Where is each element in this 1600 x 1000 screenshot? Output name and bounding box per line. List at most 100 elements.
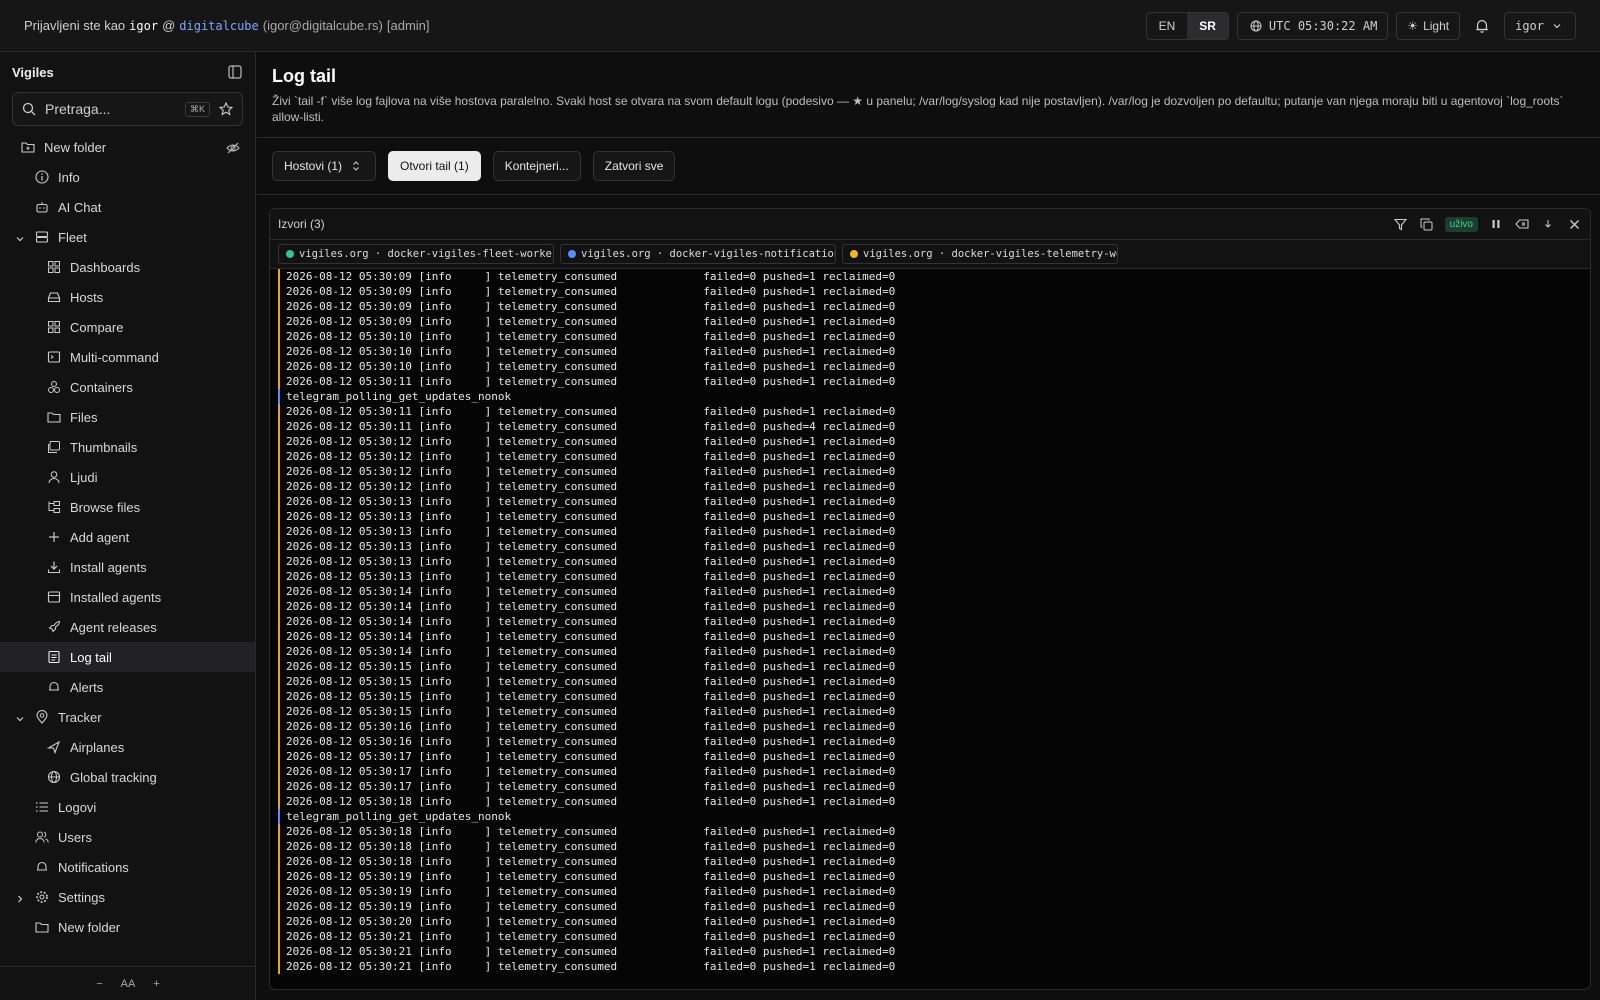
source-tab[interactable]: vigiles.org · docker-vigiles-notificatio…	[560, 244, 836, 264]
log-panel-header: Izvori (3) uživo	[270, 209, 1590, 240]
eye-off-icon[interactable]	[225, 140, 241, 156]
sidebar-item-files[interactable]: Files	[0, 402, 255, 432]
log-line: 2026-08-12 05:30:10 [info ] telemetry_co…	[278, 329, 1590, 344]
sidebar-item-browse-files[interactable]: Browse files	[0, 492, 255, 522]
sidebar-search[interactable]: Pretraga... ⌘K	[12, 92, 243, 126]
main-content: Log tail Živi `tail -f` više log fajlova…	[257, 52, 1600, 1000]
login-info: Prijavljeni ste kao igor @ digitalcube (…	[24, 18, 430, 33]
source-tab[interactable]: vigiles.org · docker-vigiles-telemetry-w…	[842, 244, 1118, 264]
chevron-right-icon	[12, 891, 28, 907]
sidebar-item-new-folder-2[interactable]: New folder	[0, 912, 255, 942]
lang-sr-button[interactable]: SR	[1187, 12, 1228, 39]
clock-button[interactable]: UTC 05:30:22 AM	[1236, 11, 1389, 40]
log-line: 2026-08-12 05:30:09 [info ] telemetry_co…	[278, 314, 1590, 329]
username: igor	[129, 19, 159, 33]
font-increase-button[interactable]: +	[153, 978, 159, 990]
source-tab[interactable]: vigiles.org · docker-vigiles-fleet-worke…	[278, 244, 554, 264]
open-tail-button[interactable]: Otvori tail (1)	[388, 151, 481, 181]
sidebar-item-label: Tracker	[58, 709, 102, 725]
sidebar-item-ai-chat[interactable]: AI Chat	[0, 192, 255, 222]
sidebar-item-label: Fleet	[58, 229, 87, 245]
log-line: 2026-08-12 05:30:13 [info ] telemetry_co…	[278, 494, 1590, 509]
log-line: 2026-08-12 05:30:19 [info ] telemetry_co…	[278, 884, 1590, 899]
log-line: 2026-08-12 05:30:19 [info ] telemetry_co…	[278, 899, 1590, 914]
sidebar-item-users[interactable]: Users	[0, 822, 255, 852]
log-line: 2026-08-12 05:30:18 [info ] telemetry_co…	[278, 839, 1590, 854]
sidebar-item-new-folder[interactable]: New folder	[0, 132, 255, 162]
sidebar-item-install-agents[interactable]: Install agents	[0, 552, 255, 582]
scroll-text-icon	[46, 649, 62, 665]
sidebar-item-add-agent[interactable]: Add agent	[0, 522, 255, 552]
copy-icon[interactable]	[1419, 216, 1435, 232]
containers-button[interactable]: Kontejneri...	[492, 151, 581, 181]
sidebar-item-agent-releases[interactable]: Agent releases	[0, 612, 255, 642]
scroll-down-icon[interactable]	[1540, 216, 1556, 232]
log-line: telegram_polling_get_updates_nonok	[278, 809, 1590, 824]
sidebar-item-ljudi[interactable]: Ljudi	[0, 462, 255, 492]
close-icon[interactable]	[1566, 216, 1582, 232]
search-shortcut: ⌘K	[184, 101, 210, 117]
sidebar-item-logovi[interactable]: Logovi	[0, 792, 255, 822]
sidebar-item-containers[interactable]: Containers	[0, 372, 255, 402]
close-all-button[interactable]: Zatvori sve	[592, 151, 676, 181]
sidebar-item-notifications[interactable]: Notifications	[0, 852, 255, 882]
clock-text: UTC 05:30:22 AM	[1268, 18, 1378, 33]
star-icon[interactable]	[218, 101, 234, 117]
source-color-dot	[568, 250, 576, 258]
sidebar-item-alerts[interactable]: Alerts	[0, 672, 255, 702]
sidebar-item-label: Settings	[58, 889, 105, 905]
sidebar-item-airplanes[interactable]: Airplanes	[0, 732, 255, 762]
log-line: 2026-08-12 05:30:14 [info ] telemetry_co…	[278, 644, 1590, 659]
sidebar-item-label: Notifications	[58, 859, 129, 875]
pause-icon[interactable]	[1488, 216, 1504, 232]
log-line: 2026-08-12 05:30:21 [info ] telemetry_co…	[278, 959, 1590, 974]
search-input[interactable]: Pretraga...	[45, 101, 177, 117]
log-line: 2026-08-12 05:30:15 [info ] telemetry_co…	[278, 689, 1590, 704]
sidebar-item-dashboards[interactable]: Dashboards	[0, 252, 255, 282]
log-line: 2026-08-12 05:30:11 [info ] telemetry_co…	[278, 419, 1590, 434]
log-line: 2026-08-12 05:30:09 [info ] telemetry_co…	[278, 269, 1590, 284]
sidebar-item-label: Agent releases	[70, 619, 157, 635]
sidebar-item-tracker[interactable]: Tracker	[0, 702, 255, 732]
log-line: 2026-08-12 05:30:13 [info ] telemetry_co…	[278, 539, 1590, 554]
source-tabs: vigiles.org · docker-vigiles-fleet-worke…	[270, 240, 1590, 269]
sun-icon: ☀	[1407, 18, 1419, 33]
log-line: 2026-08-12 05:30:12 [info ] telemetry_co…	[278, 464, 1590, 479]
sidebar-item-label: Thumbnails	[70, 439, 138, 455]
lang-en-button[interactable]: EN	[1147, 13, 1188, 39]
log-output: 2026-08-12 05:30:09 [info ] telemetry_co…	[270, 269, 1590, 974]
sidebar-item-installed-agents[interactable]: Installed agents	[0, 582, 255, 612]
log-line: 2026-08-12 05:30:18 [info ] telemetry_co…	[278, 854, 1590, 869]
sidebar-item-multi-command[interactable]: Multi-command	[0, 342, 255, 372]
collapse-sidebar-icon[interactable]	[227, 64, 243, 80]
user-menu-button[interactable]: igor	[1504, 11, 1576, 40]
sidebar-item-log-tail[interactable]: Log tail	[0, 642, 255, 672]
clear-icon[interactable]	[1514, 216, 1530, 232]
sidebar-item-label: Installed agents	[70, 589, 162, 605]
notifications-button[interactable]	[1468, 12, 1496, 40]
sidebar-item-info[interactable]: Info	[0, 162, 255, 192]
log-line: 2026-08-12 05:30:17 [info ] telemetry_co…	[278, 779, 1590, 794]
sources-title: Izvori (3)	[278, 217, 325, 231]
hosts-select[interactable]: Hostovi (1)	[272, 151, 377, 181]
sidebar-item-hosts[interactable]: Hosts	[0, 282, 255, 312]
theme-button[interactable]: ☀ Light	[1396, 11, 1461, 40]
folder-plus-icon	[20, 139, 36, 155]
log-line: 2026-08-12 05:30:20 [info ] telemetry_co…	[278, 914, 1590, 929]
filter-icon[interactable]	[1393, 216, 1409, 232]
log-line: 2026-08-12 05:30:12 [info ] telemetry_co…	[278, 479, 1590, 494]
chevron-down-icon	[1549, 18, 1565, 34]
page-title: Log tail	[272, 66, 336, 86]
font-decrease-button[interactable]: −	[96, 978, 102, 990]
folder-icon	[34, 919, 50, 935]
sidebar-item-settings[interactable]: Settings	[0, 882, 255, 912]
sidebar-item-thumbnails[interactable]: Thumbnails	[0, 432, 255, 462]
sidebar-item-label: Ljudi	[70, 469, 98, 485]
sidebar-item-fleet[interactable]: Fleet	[0, 222, 255, 252]
sidebar-item-compare[interactable]: Compare	[0, 312, 255, 342]
sidebar-item-global-tracking[interactable]: Global tracking	[0, 762, 255, 792]
log-line: 2026-08-12 05:30:13 [info ] telemetry_co…	[278, 554, 1590, 569]
package-icon	[46, 589, 62, 605]
org-link[interactable]: digitalcube	[179, 19, 258, 33]
sidebar-item-label: Add agent	[70, 529, 130, 545]
